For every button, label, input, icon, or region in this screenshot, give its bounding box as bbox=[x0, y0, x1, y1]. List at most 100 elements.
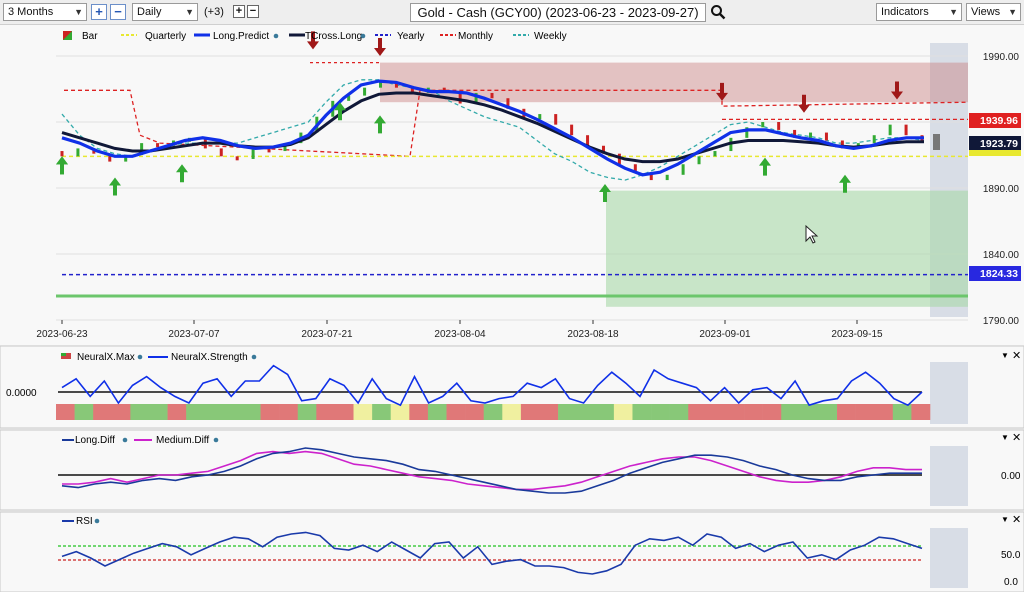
chevron-down-icon: ▼ bbox=[74, 7, 83, 17]
price-bar bbox=[570, 124, 574, 136]
neural-max-block bbox=[781, 404, 801, 420]
neural-max-block bbox=[520, 404, 540, 420]
neural-max-block bbox=[167, 404, 187, 420]
neural-max-block bbox=[818, 404, 838, 420]
neural-max-block bbox=[446, 404, 466, 420]
rsi-title: RSI bbox=[76, 516, 93, 527]
legend-dot-icon bbox=[213, 437, 219, 443]
neural-max-block bbox=[353, 404, 373, 420]
minus-icon: − bbox=[249, 5, 257, 17]
period-select-label: 3 Months bbox=[8, 6, 54, 18]
offset-increase-button[interactable]: + bbox=[233, 5, 245, 18]
toolbar: 3 Months ▼ + − Daily ▼ (+3) + − Gold - Cas… bbox=[0, 0, 1024, 25]
price-bar bbox=[777, 122, 781, 130]
views-select[interactable]: Views ▼ bbox=[966, 3, 1021, 21]
neural-max-block bbox=[409, 404, 429, 420]
neural-max-block bbox=[56, 404, 75, 420]
legend-dot-icon bbox=[251, 354, 257, 360]
neural-strength-title: NeuralX.Strength bbox=[171, 352, 248, 363]
date-tick-label: 2023-07-07 bbox=[168, 329, 220, 340]
interval-select[interactable]: Daily ▼ bbox=[132, 3, 198, 21]
chevron-down-icon: ▼ bbox=[1008, 7, 1017, 17]
diff-collapse-icon[interactable]: ▼ bbox=[1001, 433, 1009, 442]
neural-max-block bbox=[186, 404, 206, 420]
legend-quarterly: Quarterly bbox=[145, 31, 186, 42]
neural-max-block bbox=[74, 404, 94, 420]
offset-decrease-button[interactable]: − bbox=[247, 5, 259, 18]
price-tick-label: 1890.00 bbox=[983, 184, 1020, 195]
long-diff-title: Long.Diff bbox=[75, 435, 115, 446]
chart-area[interactable]: Bar Quarterly Long.Predict TCross.Long Y… bbox=[0, 25, 1024, 592]
plus-icon: + bbox=[95, 4, 103, 19]
neural-max-block bbox=[241, 404, 261, 420]
price-bar bbox=[824, 132, 828, 141]
symbol-title-input[interactable]: Gold - Cash (GCY00) (2023-06-23 - 2023-0… bbox=[410, 3, 706, 22]
indicators-select-label: Indicators bbox=[881, 6, 929, 18]
neural-max-block bbox=[706, 404, 726, 420]
neural-max-block bbox=[855, 404, 875, 420]
neural-max-block bbox=[502, 404, 522, 420]
price-bar bbox=[156, 143, 160, 148]
price-bar bbox=[235, 156, 239, 161]
legend-dot-icon bbox=[137, 354, 143, 360]
chevron-down-icon: ▼ bbox=[949, 7, 958, 17]
search-icon[interactable] bbox=[710, 4, 726, 20]
neural-max-block bbox=[744, 404, 763, 420]
legend-dot-icon bbox=[94, 518, 100, 524]
neural-max-block bbox=[465, 404, 485, 420]
neural-max-block bbox=[576, 404, 596, 420]
price-tick-label: 1790.00 bbox=[983, 316, 1020, 327]
legend-long-predict: Long.Predict bbox=[213, 31, 269, 42]
rsi-panel bbox=[0, 511, 1024, 592]
neural-max-block bbox=[279, 404, 299, 420]
price-bar bbox=[665, 174, 669, 181]
views-select-label: Views bbox=[971, 6, 1001, 18]
price-bar bbox=[809, 132, 813, 138]
neural-max-block bbox=[223, 404, 243, 420]
neural-max-blocks bbox=[56, 404, 931, 420]
price-bar bbox=[761, 122, 765, 128]
rsi-forecast-shade bbox=[930, 528, 968, 588]
neural-max-block bbox=[130, 404, 150, 420]
neural-max-block bbox=[427, 404, 447, 420]
neural-max-block bbox=[260, 404, 280, 420]
price-label-1824: 1824.33 bbox=[980, 268, 1018, 280]
chevron-down-icon: ▼ bbox=[185, 7, 194, 17]
rsi-collapse-icon[interactable]: ▼ bbox=[1001, 515, 1009, 524]
neural-max-block bbox=[595, 404, 615, 420]
legend-dot-icon bbox=[273, 33, 279, 39]
diff-close-icon[interactable]: ✕ bbox=[1012, 432, 1021, 444]
zoom-out-button[interactable]: − bbox=[110, 4, 126, 20]
price-bar bbox=[697, 156, 701, 165]
price-bar bbox=[219, 148, 223, 157]
neural-max-block bbox=[148, 404, 168, 420]
neural-max-block bbox=[669, 404, 689, 420]
period-select[interactable]: 3 Months ▼ bbox=[3, 3, 87, 21]
legend-dot-icon bbox=[360, 33, 366, 39]
neural-max-block bbox=[316, 404, 336, 420]
zoom-in-button[interactable]: + bbox=[91, 4, 107, 20]
neural-max-block bbox=[539, 404, 559, 420]
neural-max-block bbox=[892, 404, 912, 420]
diff-forecast-shade bbox=[930, 446, 968, 506]
neural-max-block bbox=[297, 404, 317, 420]
price-bar bbox=[490, 92, 494, 99]
resistance-zone bbox=[380, 62, 968, 103]
price-label-1939: 1939.96 bbox=[980, 115, 1018, 127]
rsi-close-icon[interactable]: ✕ bbox=[1012, 514, 1021, 526]
neural-max-block bbox=[837, 404, 856, 420]
date-tick-label: 2023-08-18 bbox=[567, 329, 619, 340]
indicators-select[interactable]: Indicators ▼ bbox=[876, 3, 962, 21]
neural-max-block bbox=[204, 404, 224, 420]
date-tick-label: 2023-09-15 bbox=[831, 329, 883, 340]
neural-collapse-icon[interactable]: ▼ bbox=[1001, 351, 1009, 360]
neural-max-block bbox=[613, 404, 633, 420]
price-tick-label: 1840.00 bbox=[983, 250, 1020, 261]
price-bar bbox=[681, 164, 685, 175]
neural-close-icon[interactable]: ✕ bbox=[1012, 350, 1021, 362]
neural-max-block bbox=[632, 404, 652, 420]
price-bar bbox=[554, 114, 558, 125]
neural-max-block bbox=[911, 404, 931, 420]
interval-select-label: Daily bbox=[137, 6, 162, 18]
neural-max-block bbox=[334, 404, 354, 420]
